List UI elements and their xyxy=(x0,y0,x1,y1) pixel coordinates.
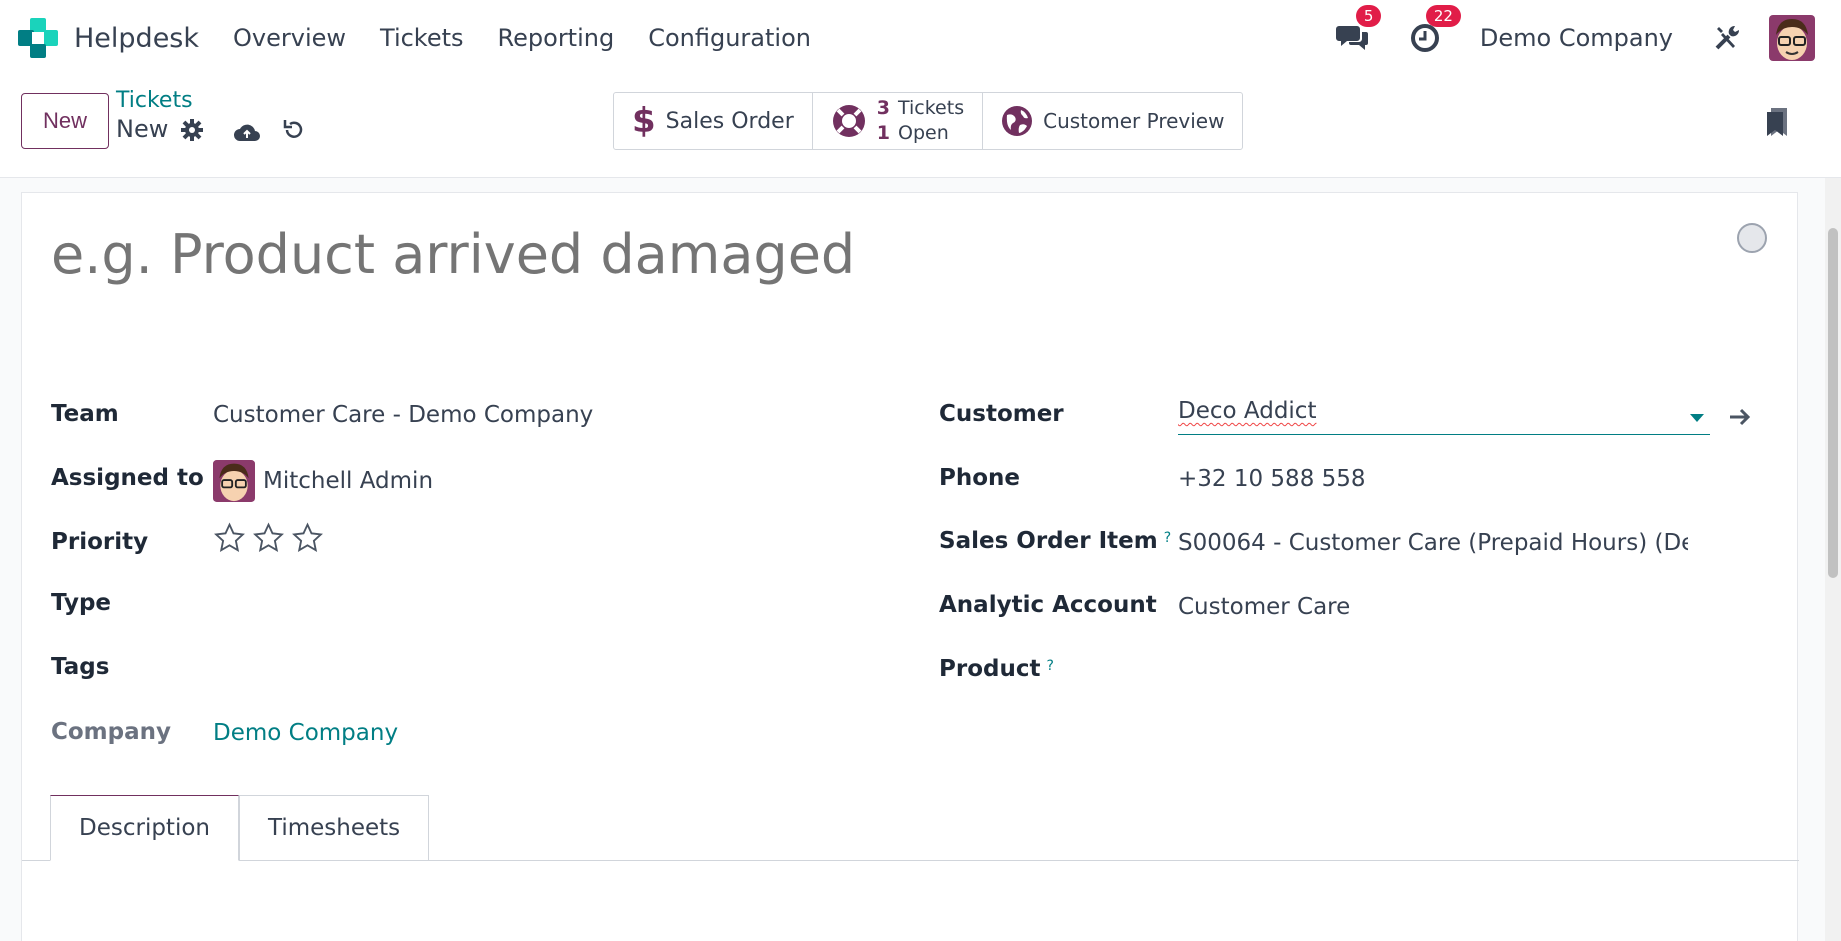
tickets-stat-button[interactable]: 3 Tickets 1 Open xyxy=(813,93,984,149)
activities-badge: 22 xyxy=(1425,5,1461,27)
messages-badge: 5 xyxy=(1355,5,1382,27)
phone-label: Phone xyxy=(939,465,1021,491)
company-link[interactable]: Demo Company xyxy=(213,720,398,746)
star-icon[interactable] xyxy=(291,522,324,554)
sales-order-label: Sales Order xyxy=(665,108,794,134)
product-label-wrap: Product? xyxy=(939,656,1054,682)
helpdesk-logo-icon xyxy=(18,18,58,58)
customer-field[interactable]: Deco Addict xyxy=(1178,398,1710,435)
top-navbar: Helpdesk Overview Tickets Reporting Conf… xyxy=(0,0,1841,76)
menu-tickets[interactable]: Tickets xyxy=(380,24,464,52)
smart-buttons: $ Sales Order 3 Tickets 1 Open Customer … xyxy=(613,92,1244,150)
tickets-stat: 3 Tickets 1 Open xyxy=(877,96,964,146)
sales-order-button[interactable]: $ Sales Order xyxy=(614,93,813,149)
notebook-tabs: Description Timesheets xyxy=(50,795,430,861)
new-button[interactable]: New xyxy=(21,93,109,149)
open-count-label: Open xyxy=(897,122,949,144)
help-tooltip-icon[interactable]: ? xyxy=(1164,530,1171,546)
star-icon[interactable] xyxy=(252,522,285,554)
app-name: Helpdesk xyxy=(74,22,200,54)
dollar-icon: $ xyxy=(632,101,656,141)
gear-icon[interactable] xyxy=(180,118,204,142)
globe-icon xyxy=(1002,106,1033,136)
sol-label-wrap: Sales Order Item? xyxy=(939,528,1171,554)
tab-timesheets[interactable]: Timesheets xyxy=(239,795,430,861)
tools-icon xyxy=(1715,25,1740,50)
tags-label: Tags xyxy=(51,654,110,680)
analytic-account-field[interactable]: Customer Care xyxy=(1178,594,1350,620)
phone-field[interactable]: +32 10 588 558 xyxy=(1178,466,1366,492)
systray: 5 22 Demo Company xyxy=(1335,0,1841,76)
company-switcher[interactable]: Demo Company xyxy=(1480,24,1673,52)
messaging-menu[interactable]: 5 xyxy=(1335,5,1382,53)
customer-preview-button[interactable]: Customer Preview xyxy=(983,93,1242,149)
customer-preview-label: Customer Preview xyxy=(1043,109,1225,133)
dropdown-caret-icon[interactable] xyxy=(1690,414,1704,422)
team-label: Team xyxy=(51,401,119,427)
star-icon[interactable] xyxy=(213,522,246,554)
knowledge-bookmark-icon[interactable] xyxy=(1765,106,1789,138)
company-label: Company xyxy=(51,719,171,745)
sales-order-item-value: S00064 - Customer Care (Prepaid Hours) (… xyxy=(1178,530,1688,556)
breadcrumb-current-label: New xyxy=(116,115,169,143)
sales-order-item-label: Sales Order Item xyxy=(939,528,1158,554)
page-scrollbar[interactable] xyxy=(1825,178,1841,941)
control-panel: New Tickets New $ Sales Order 3 Tickets … xyxy=(0,76,1841,178)
menu-reporting[interactable]: Reporting xyxy=(498,24,615,52)
assigned-field[interactable]: Mitchell Admin xyxy=(213,460,433,502)
help-tooltip-icon[interactable]: ? xyxy=(1046,658,1053,674)
customer-label: Customer xyxy=(939,401,1064,427)
kanban-state-toggle[interactable] xyxy=(1737,223,1767,253)
customer-value: Deco Addict xyxy=(1178,398,1317,424)
scrollbar-thumb[interactable] xyxy=(1828,228,1838,578)
type-label: Type xyxy=(51,590,112,616)
team-field[interactable]: Customer Care - Demo Company xyxy=(213,402,593,428)
lifebuoy-icon xyxy=(832,105,865,137)
debug-menu[interactable] xyxy=(1713,24,1741,52)
priority-stars xyxy=(213,522,330,554)
discard-icon[interactable] xyxy=(282,118,306,142)
menu-overview[interactable]: Overview xyxy=(233,24,346,52)
priority-label: Priority xyxy=(51,529,149,555)
form-sheet: Team Customer Care - Demo Company Assign… xyxy=(21,192,1799,941)
menu-configuration[interactable]: Configuration xyxy=(648,24,811,52)
user-avatar[interactable] xyxy=(1769,15,1815,61)
open-count: 1 xyxy=(876,122,890,144)
tickets-count: 3 xyxy=(876,97,890,119)
product-label: Product xyxy=(939,656,1041,682)
tab-description[interactable]: Description xyxy=(50,795,239,861)
arrow-right-icon[interactable] xyxy=(1728,406,1752,428)
main-menu: Overview Tickets Reporting Configuration xyxy=(233,24,845,52)
activity-menu[interactable]: 22 xyxy=(1410,5,1461,53)
assigned-label: Assigned to xyxy=(51,465,204,491)
clock-icon xyxy=(1410,24,1439,52)
assigned-name: Mitchell Admin xyxy=(263,468,434,494)
breadcrumb-tickets-link[interactable]: Tickets xyxy=(116,88,193,113)
tickets-count-label: Tickets xyxy=(897,97,965,119)
assignee-avatar xyxy=(213,460,255,502)
user-avatar-icon xyxy=(1769,15,1815,61)
ticket-title-input[interactable] xyxy=(51,223,1451,286)
chat-icon xyxy=(1335,26,1368,50)
save-cloud-icon[interactable] xyxy=(233,121,261,143)
app-brand[interactable]: Helpdesk xyxy=(18,18,199,58)
analytic-account-label: Analytic Account xyxy=(939,592,1157,618)
sales-order-item-field[interactable]: S00064 - Customer Care (Prepaid Hours) (… xyxy=(1178,530,1688,556)
